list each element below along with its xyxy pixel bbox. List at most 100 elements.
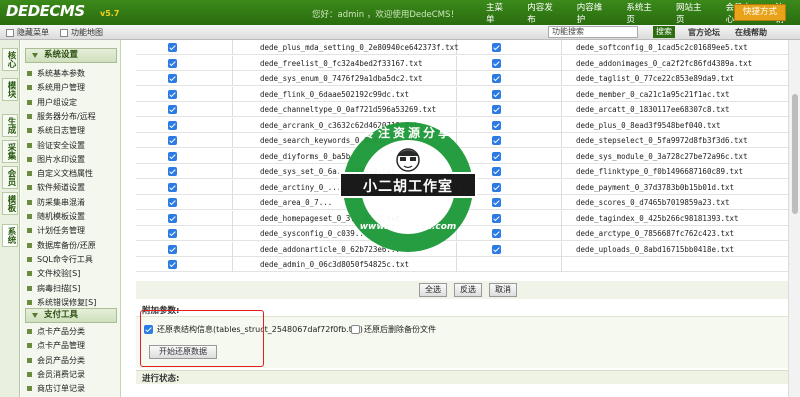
online-help-link[interactable]: 在线帮助 xyxy=(735,27,767,38)
tab-system[interactable]: 系统 xyxy=(2,224,18,247)
file-checkbox[interactable] xyxy=(492,198,501,207)
file-checkbox[interactable] xyxy=(168,151,177,161)
menu-item[interactable]: 随机模板设置 xyxy=(27,211,85,222)
menu-item[interactable]: 图片水印设置 xyxy=(27,154,85,165)
menu-item[interactable]: 商店订单记录 xyxy=(27,383,85,394)
table-row: dede_plus_mda_setting_0_2e80940ce642373f… xyxy=(136,40,788,55)
file-name: dede_taglist_0_77ce22c853e89da9.txt xyxy=(576,74,735,83)
tab-core[interactable]: 核心 xyxy=(2,48,18,71)
delete-backup-option[interactable]: 还原后删除备份文件 xyxy=(351,324,436,335)
scroll-thumb[interactable] xyxy=(792,94,798,214)
menu-item-label: 防采集串混淆 xyxy=(37,197,85,207)
file-checkbox[interactable] xyxy=(168,105,177,114)
file-checkbox[interactable] xyxy=(168,74,177,83)
file-checkbox[interactable] xyxy=(168,260,177,269)
file-checkbox[interactable] xyxy=(492,182,501,192)
file-checkbox[interactable] xyxy=(168,229,177,238)
file-checkbox[interactable] xyxy=(168,167,177,176)
menu-item[interactable]: 点卡产品管理 xyxy=(27,340,85,351)
file-checkbox[interactable] xyxy=(492,89,501,99)
menu-item[interactable]: 服务器分布/远程 xyxy=(27,111,96,122)
function-search-input[interactable]: 功能搜索 xyxy=(548,26,638,38)
tab-modules[interactable]: 模块 xyxy=(2,78,18,101)
menu-item[interactable]: 用户组设定 xyxy=(27,97,77,108)
file-checkbox[interactable] xyxy=(168,182,177,192)
file-checkbox[interactable] xyxy=(492,167,501,176)
menu-item[interactable]: 文件校验[S] xyxy=(27,268,80,279)
menu-item[interactable]: 系统错误修复[S] xyxy=(27,297,96,308)
file-checkbox[interactable] xyxy=(492,136,501,145)
tab-member[interactable]: 会员 xyxy=(2,166,18,189)
file-name: dede_sys_module_0_3a728c27be72a96c.txt xyxy=(576,151,748,161)
welcome-text: 您好：admin ，欢迎使用DedeCMS！ xyxy=(312,10,459,20)
file-checkbox[interactable] xyxy=(168,120,177,130)
file-checkbox[interactable] xyxy=(492,213,501,223)
file-checkbox[interactable] xyxy=(168,213,177,223)
official-forum-link[interactable]: 官方论坛 xyxy=(688,27,720,38)
search-button[interactable]: 搜索 xyxy=(653,26,675,38)
file-checkbox[interactable] xyxy=(168,136,177,145)
file-checkbox[interactable] xyxy=(168,58,177,68)
file-checkbox[interactable] xyxy=(492,105,501,114)
menu-section-system[interactable]: 系统设置 xyxy=(25,48,117,63)
file-checkbox[interactable] xyxy=(168,198,177,207)
tab-generate[interactable]: 生成 xyxy=(2,114,18,137)
menu-item[interactable]: 病毒扫描[S] xyxy=(27,283,80,294)
file-checkbox[interactable] xyxy=(492,151,501,161)
menu-item-label: 服务器分布/远程 xyxy=(37,111,96,121)
menu-item-label: 点卡产品分类 xyxy=(37,327,85,336)
file-checkbox[interactable] xyxy=(492,120,501,130)
menu-item[interactable]: SQL命令行工具 xyxy=(27,254,93,265)
menu-item[interactable]: 软件频道设置 xyxy=(27,182,85,193)
nav-site-home[interactable]: 网站主页 xyxy=(668,1,718,25)
bullet-icon xyxy=(27,299,32,305)
column-divider xyxy=(561,86,562,102)
menu-item[interactable]: 系统用户管理 xyxy=(27,82,85,93)
column-divider xyxy=(232,117,233,133)
invert-selection-button[interactable]: 反选 xyxy=(454,283,482,297)
file-checkbox[interactable] xyxy=(492,43,501,52)
file-checkbox[interactable] xyxy=(168,244,177,254)
menu-item[interactable]: 自定义文档属性 xyxy=(27,168,93,179)
menu-item[interactable]: 计划任务管理 xyxy=(27,225,85,236)
select-all-button[interactable]: 全选 xyxy=(419,283,447,297)
menu-item[interactable]: 会员消费记录 xyxy=(27,369,85,380)
nav-content-maintain[interactable]: 内容维护 xyxy=(569,1,619,25)
bullet-icon xyxy=(27,256,32,262)
menu-section-payment[interactable]: 支付工具 xyxy=(25,308,117,323)
file-checkbox[interactable] xyxy=(492,229,501,238)
menu-item[interactable]: 点卡产品分类 xyxy=(27,326,85,337)
hide-menu-link[interactable]: 隐藏菜单 xyxy=(6,27,49,38)
bullet-icon xyxy=(27,142,32,148)
delete-backup-checkbox[interactable] xyxy=(351,325,360,334)
menu-item[interactable]: 防采集串混淆 xyxy=(27,197,85,208)
file-checkbox[interactable] xyxy=(492,58,501,68)
sub-toolbar: 隐藏菜单 功能地图 功能搜索 搜索 官方论坛 在线帮助 xyxy=(0,25,800,40)
file-checkbox[interactable] xyxy=(492,244,501,254)
menu-item[interactable]: 会员产品分类 xyxy=(27,355,85,366)
menu-item[interactable]: 系统日志管理 xyxy=(27,125,85,136)
site-map-link[interactable]: 功能地图 xyxy=(60,27,103,38)
vertical-scrollbar[interactable] xyxy=(788,40,800,397)
menu-item[interactable]: 数据库备份/还原 xyxy=(27,240,96,251)
file-name: dede_tagindex_0_425b266c98181393.txt xyxy=(576,213,739,223)
nav-content-publish[interactable]: 内容发布 xyxy=(519,1,569,25)
file-name: dede_admin_0_06c3d8050f54825c.txt xyxy=(260,260,410,269)
bullet-icon xyxy=(27,128,32,134)
file-checkbox[interactable] xyxy=(492,74,501,83)
bullet-icon xyxy=(27,343,32,349)
quick-access-button[interactable]: 快捷方式 xyxy=(734,4,786,21)
file-checkbox[interactable] xyxy=(168,89,177,99)
menu-item[interactable]: 验证安全设置 xyxy=(27,140,85,151)
tab-collect[interactable]: 采集 xyxy=(2,140,18,163)
file-checkbox[interactable] xyxy=(168,43,177,52)
cancel-selection-button[interactable]: 取消 xyxy=(489,283,517,297)
menu-item[interactable]: 系统基本参数 xyxy=(27,68,85,79)
table-row: dede_admin_0_06c3d8050f54825c.txt xyxy=(136,257,788,272)
column-divider xyxy=(561,210,562,226)
tab-template[interactable]: 模板 xyxy=(2,192,18,215)
menu-item-label: 自定义文档属性 xyxy=(37,169,93,179)
nav-main-menu[interactable]: 主菜单 xyxy=(478,1,519,25)
nav-system-home[interactable]: 系统主页 xyxy=(618,1,668,25)
column-divider xyxy=(232,40,233,55)
